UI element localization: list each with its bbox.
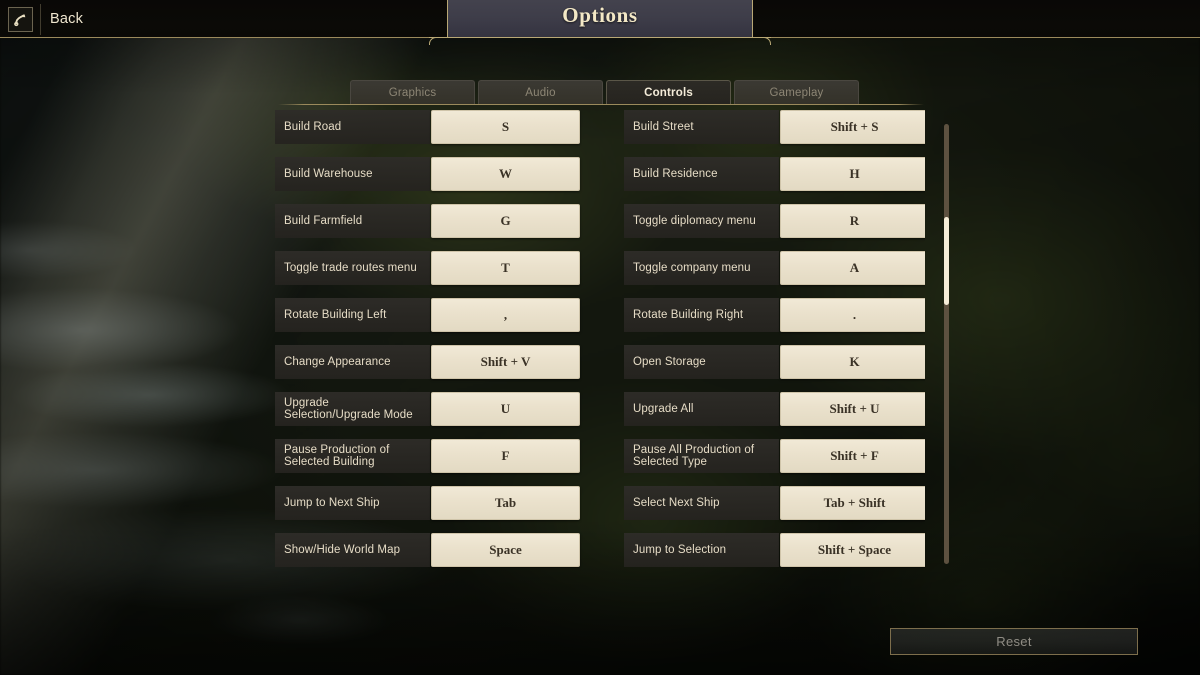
key-binding-row: Rotate Building Right. xyxy=(624,298,925,332)
back-arrow-icon[interactable] xyxy=(8,7,33,32)
key-binding-action-label: Select Next Ship xyxy=(624,486,779,520)
key-binding-action-label: Upgrade All xyxy=(624,392,779,426)
key-binding-action-label: Jump to Selection xyxy=(624,533,779,567)
key-binding-value-button[interactable]: K xyxy=(780,345,925,379)
tab-label: Gameplay xyxy=(769,86,824,99)
key-binding-row: Toggle company menu A xyxy=(624,251,925,285)
banner-wing-left xyxy=(429,37,447,45)
key-binding-action-label: Pause Production of Selected Building xyxy=(275,439,430,473)
key-binding-row: Build Residence H xyxy=(624,157,925,191)
key-binding-row: Build Road S xyxy=(275,110,580,144)
key-binding-action-label: Open Storage xyxy=(624,345,779,379)
key-binding-value-button[interactable]: R xyxy=(780,204,925,238)
reset-button[interactable]: Reset xyxy=(890,628,1138,655)
key-binding-action-label: Change Appearance xyxy=(275,345,430,379)
key-binding-value-button[interactable]: H xyxy=(780,157,925,191)
key-binding-value-button[interactable]: U xyxy=(431,392,580,426)
key-binding-value-button[interactable]: F xyxy=(431,439,580,473)
key-binding-action-label: Show/Hide World Map xyxy=(275,533,430,567)
key-binding-action-label: Build Residence xyxy=(624,157,779,191)
tab-label: Controls xyxy=(644,86,693,99)
key-binding-row: Upgrade Selection/Upgrade Mode U xyxy=(275,392,580,426)
key-binding-row: Build Street Shift + S xyxy=(624,110,925,144)
key-binding-value-button[interactable]: W xyxy=(431,157,580,191)
key-binding-action-label: Toggle company menu xyxy=(624,251,779,285)
key-binding-action-label: Rotate Building Left xyxy=(275,298,430,332)
key-binding-action-label: Build Road xyxy=(275,110,430,144)
key-binding-row: Change Appearance Shift + V xyxy=(275,345,580,379)
scrollbar-thumb[interactable] xyxy=(944,217,949,305)
key-binding-action-label: Upgrade Selection/Upgrade Mode xyxy=(275,392,430,426)
key-binding-action-label: Toggle diplomacy menu xyxy=(624,204,779,238)
key-binding-action-label: Pause All Production of Selected Type xyxy=(624,439,779,473)
key-binding-value-button[interactable]: Tab + Shift xyxy=(780,486,925,520)
key-binding-row: Build Farmfield G xyxy=(275,204,580,238)
key-binding-value-button[interactable]: T xyxy=(431,251,580,285)
tab-label: Audio xyxy=(525,86,556,99)
key-binding-value-button[interactable]: S xyxy=(431,110,580,144)
scrollbar-track[interactable] xyxy=(944,124,949,564)
title-banner: Options xyxy=(447,0,753,38)
key-binding-action-label: Jump to Next Ship xyxy=(275,486,430,520)
key-binding-row: Toggle trade routes menu T xyxy=(275,251,580,285)
tab-graphics[interactable]: Graphics xyxy=(350,80,475,104)
key-binding-value-button[interactable]: A xyxy=(780,251,925,285)
key-binding-action-label: Rotate Building Right xyxy=(624,298,779,332)
key-binding-row: Show/Hide World Map Space xyxy=(275,533,580,567)
key-binding-row: Rotate Building Left, xyxy=(275,298,580,332)
key-binding-value-button[interactable]: Shift + Space xyxy=(780,533,925,567)
key-binding-action-label: Build Warehouse xyxy=(275,157,430,191)
back-button-label: Back xyxy=(50,11,84,27)
tab-label: Graphics xyxy=(388,86,437,99)
key-binding-action-label: Build Street xyxy=(624,110,779,144)
key-binding-value-button[interactable]: , xyxy=(431,298,580,332)
reset-button-label: Reset xyxy=(996,634,1032,649)
key-binding-value-button[interactable]: Space xyxy=(431,533,580,567)
key-binding-value-button[interactable]: Tab xyxy=(431,486,580,520)
toolbar-divider xyxy=(40,4,41,35)
key-binding-row: Jump to Next Ship Tab xyxy=(275,486,580,520)
banner-wing-right xyxy=(753,37,771,45)
tab-audio[interactable]: Audio xyxy=(478,80,603,104)
key-binding-value-button[interactable]: Shift + F xyxy=(780,439,925,473)
tab-gameplay[interactable]: Gameplay xyxy=(734,80,859,104)
key-binding-row: Open Storage K xyxy=(624,345,925,379)
key-binding-row: Jump to Selection Shift + Space xyxy=(624,533,925,567)
key-binding-value-button[interactable]: Shift + U xyxy=(780,392,925,426)
key-binding-row: Toggle diplomacy menu R xyxy=(624,204,925,238)
key-binding-value-button[interactable]: G xyxy=(431,204,580,238)
page-title: Options xyxy=(562,3,638,27)
tab-bar-underline xyxy=(278,104,924,105)
key-binding-row: Select Next Ship Tab + Shift xyxy=(624,486,925,520)
key-binding-value-button[interactable]: Shift + V xyxy=(431,345,580,379)
key-binding-value-button[interactable]: Shift + S xyxy=(780,110,925,144)
key-binding-row: Build Warehouse W xyxy=(275,157,580,191)
key-bindings-grid: Build Road S Build Warehouse W Build Farmfie… xyxy=(275,110,925,568)
settings-tab-bar: Graphics Audio Controls Gameplay xyxy=(350,80,922,104)
key-binding-row: Pause Production of Selected Building F xyxy=(275,439,580,473)
key-binding-value-button[interactable]: . xyxy=(780,298,925,332)
key-binding-action-label: Toggle trade routes menu xyxy=(275,251,430,285)
key-binding-row: Pause All Production of Selected Type Shi… xyxy=(624,439,925,473)
key-binding-action-label: Build Farmfield xyxy=(275,204,430,238)
key-binding-row: Upgrade All Shift + U xyxy=(624,392,925,426)
tab-controls[interactable]: Controls xyxy=(606,80,731,104)
